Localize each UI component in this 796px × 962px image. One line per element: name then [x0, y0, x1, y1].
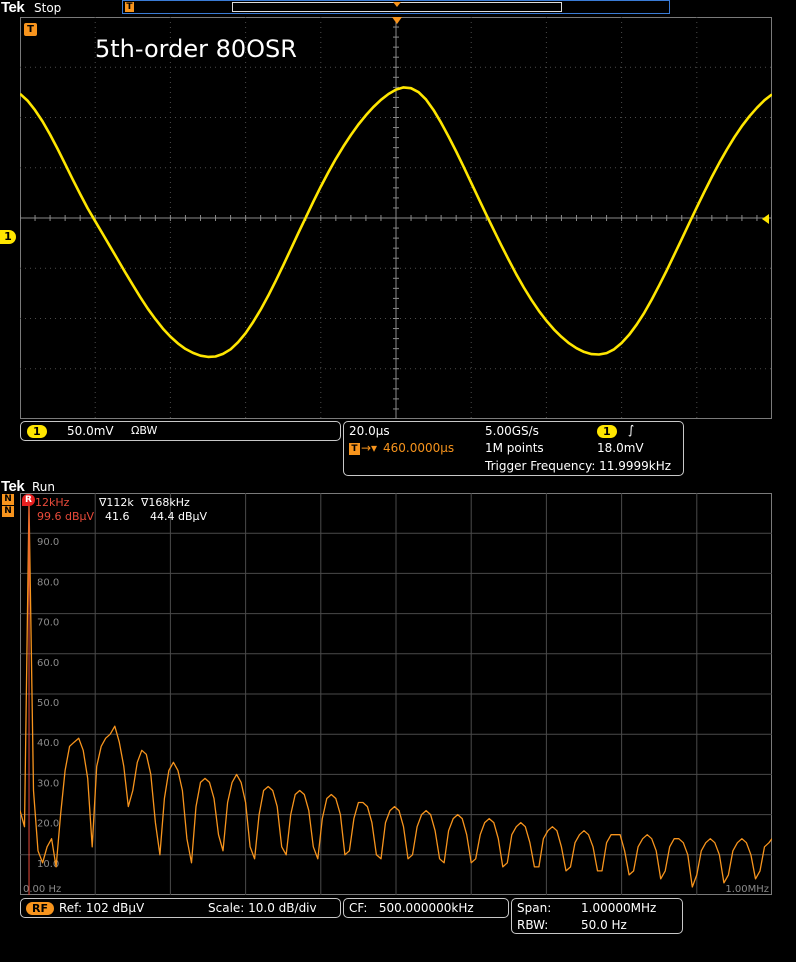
spectrum-acquisition-status: Run — [32, 480, 56, 494]
x-end-label: 1.00MHz — [725, 884, 769, 895]
trigger-marker-left[interactable]: T — [24, 23, 37, 36]
span-label: Span: — [517, 901, 552, 915]
y-tick-label: 30.0 — [37, 778, 59, 789]
y-tick-label: 70.0 — [37, 618, 59, 629]
rbw-label: RBW: — [517, 918, 549, 932]
bandwidth-limit-icon: ΩBW — [131, 424, 158, 437]
center-frequency: CF: 500.000000kHz — [349, 901, 474, 915]
channel-scale: 50.0mV — [67, 424, 114, 438]
left-badge-2[interactable]: N — [2, 506, 14, 517]
cursor-a-frequency: 12kHz — [35, 496, 70, 509]
channel-1-badge: 1 — [27, 425, 47, 438]
sample-rate: 5.00GS/s — [485, 424, 539, 438]
trigger-frequency: Trigger Frequency: 11.9999kHz — [485, 459, 672, 473]
record-window-marker-icon — [393, 2, 401, 7]
spectrum-graticule[interactable]: 90.080.070.060.050.040.030.020.010.00.00… — [20, 493, 772, 895]
vertical-scale: Scale: 10.0 dB/div — [208, 901, 317, 915]
trigger-time-marker-icon — [392, 17, 402, 24]
cursor-b-level: 41.6 — [105, 510, 130, 523]
horizontal-trigger-readout[interactable]: 20.0µs 5.00GS/s 1 ∫ T →▾ 460.0000µs 1M p… — [343, 421, 684, 476]
trigger-position-icon: T — [125, 2, 134, 12]
y-tick-label: 80.0 — [37, 577, 59, 588]
reference-level: Ref: 102 dBµV — [59, 901, 145, 915]
waveform-graticule[interactable] — [20, 17, 772, 419]
reference-marker[interactable]: R — [22, 494, 35, 506]
y-tick-label: 50.0 — [37, 698, 59, 709]
y-tick-label: 40.0 — [37, 738, 59, 749]
record-length: 1M points — [485, 441, 544, 455]
cursor-c-frequency: ∇168kHz — [141, 496, 190, 509]
channel-1-marker[interactable]: 1 — [0, 230, 16, 244]
y-tick-label: 60.0 — [37, 658, 59, 669]
trigger-level: 18.0mV — [597, 441, 644, 455]
horizontal-delay: 460.0000µs — [383, 441, 455, 455]
span-value: 1.00000MHz — [581, 901, 657, 915]
timebase-scale: 20.0µs — [349, 424, 390, 438]
trigger-level-marker-icon — [762, 214, 769, 224]
span-rbw-readout[interactable]: Span: 1.00000MHz RBW: 50.0 Hz — [511, 898, 683, 934]
delay-arrow-icon: →▾ — [361, 441, 378, 455]
trigger-source-badge: 1 — [597, 425, 617, 438]
channel-readout[interactable]: 1 50.0mV ΩBW — [20, 421, 341, 441]
left-badge-1[interactable]: N — [2, 494, 14, 505]
rf-readout[interactable]: RF Ref: 102 dBµV Scale: 10.0 dB/div — [20, 898, 341, 918]
trigger-slope-icon: ∫ — [628, 423, 635, 437]
rbw-value: 50.0 Hz — [581, 918, 627, 932]
cursor-a-level: 99.6 dBµV — [37, 510, 95, 523]
brand-logo: Tek — [1, 0, 25, 16]
rf-badge: RF — [26, 902, 54, 915]
delay-trigger-icon: T — [349, 443, 360, 455]
scope-annotation: 5th-order 80OSR — [95, 35, 297, 63]
acquisition-status: Stop — [34, 1, 62, 15]
cursor-c-level: 44.4 dBµV — [150, 510, 208, 523]
y-tick-label: 20.0 — [37, 819, 59, 830]
record-view-bar[interactable]: T — [122, 0, 670, 14]
y-tick-label: 90.0 — [37, 537, 59, 548]
cursor-b-frequency: ∇112k — [99, 496, 134, 509]
center-frequency-readout[interactable]: CF: 500.000000kHz — [343, 898, 509, 918]
